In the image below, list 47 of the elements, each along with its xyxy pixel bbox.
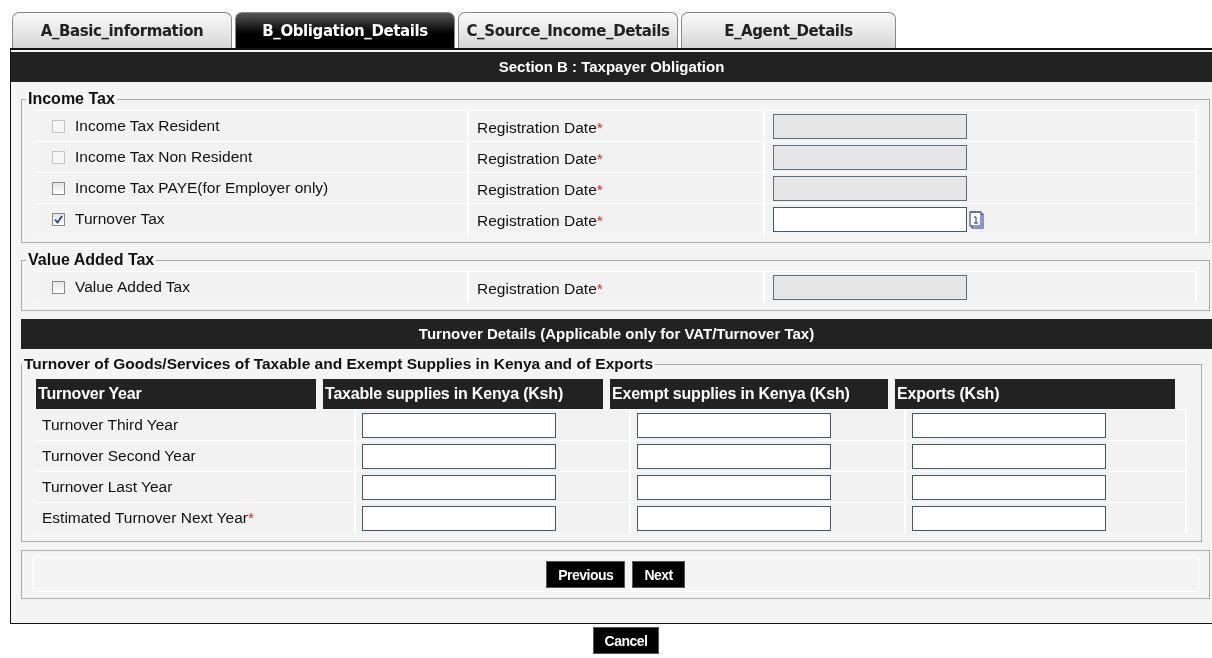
field-label: Registration Date* bbox=[477, 280, 603, 298]
row-label: Turnover Second Year bbox=[42, 447, 196, 465]
amount-field[interactable] bbox=[362, 443, 556, 469]
tab[interactable]: C_Source_Income_Details bbox=[458, 12, 678, 48]
amount-field[interactable] bbox=[637, 443, 831, 469]
amount-field[interactable] bbox=[637, 505, 831, 531]
tab[interactable]: A_Basic_information bbox=[12, 12, 232, 48]
checkbox[interactable] bbox=[52, 181, 65, 195]
amount-field[interactable] bbox=[912, 474, 1106, 500]
amount-field[interactable] bbox=[637, 474, 831, 500]
group-legend: Value Added Tax bbox=[26, 251, 157, 269]
checkbox-label: Value Added Tax bbox=[75, 278, 190, 296]
field-label: Registration Date* bbox=[477, 212, 603, 230]
amount-field[interactable] bbox=[362, 474, 556, 500]
section-header: Turnover Details (Applicable only for VAT/Turnover Tax) bbox=[21, 319, 1212, 349]
date-field[interactable] bbox=[773, 206, 967, 232]
field-label: Registration Date* bbox=[477, 181, 603, 199]
cancel-button[interactable]: Cancel bbox=[592, 627, 660, 654]
nav-button[interactable]: Previous bbox=[546, 561, 626, 588]
tab[interactable]: B_Obligation_Details bbox=[235, 12, 455, 48]
row-label: Turnover Third Year bbox=[42, 416, 179, 434]
amount-field[interactable] bbox=[362, 505, 556, 531]
checkbox-label: Turnover Tax bbox=[75, 210, 165, 228]
column-header: Turnover Year bbox=[36, 379, 316, 409]
column-header: Taxable supplies in Kenya (Ksh) bbox=[323, 379, 603, 409]
field-label: Registration Date* bbox=[477, 150, 603, 168]
nav-button[interactable]: Next bbox=[632, 561, 685, 588]
column-header: Exports (Ksh) bbox=[895, 379, 1175, 409]
amount-field[interactable] bbox=[637, 412, 831, 438]
amount-field[interactable] bbox=[362, 412, 556, 438]
checkbox-label: Income Tax PAYE(for Employer only) bbox=[75, 179, 329, 197]
calendar-icon[interactable] bbox=[969, 209, 984, 229]
amount-field[interactable] bbox=[912, 412, 1106, 438]
checkbox[interactable] bbox=[52, 280, 65, 294]
row-label: Turnover Last Year bbox=[42, 478, 173, 496]
section-header: Section B : Taxpayer Obligation bbox=[11, 52, 1212, 82]
amount-field[interactable] bbox=[912, 505, 1106, 531]
checkbox-label: Income Tax Non Resident bbox=[75, 148, 253, 166]
group-legend: Income Tax bbox=[26, 90, 117, 108]
column-header: Exempt supplies in Kenya (Ksh) bbox=[610, 379, 888, 409]
checkbox[interactable] bbox=[52, 212, 65, 226]
field-label: Registration Date* bbox=[477, 119, 603, 137]
row-label: Estimated Turnover Next Year* bbox=[42, 509, 254, 527]
group-legend: Turnover of Goods/Services of Taxable and Exempt Supplies in Kenya and of Exports bbox=[22, 355, 656, 373]
tab[interactable]: E_Agent_Details bbox=[681, 12, 896, 48]
checkbox-label: Income Tax Resident bbox=[75, 117, 220, 135]
amount-field[interactable] bbox=[912, 443, 1106, 469]
